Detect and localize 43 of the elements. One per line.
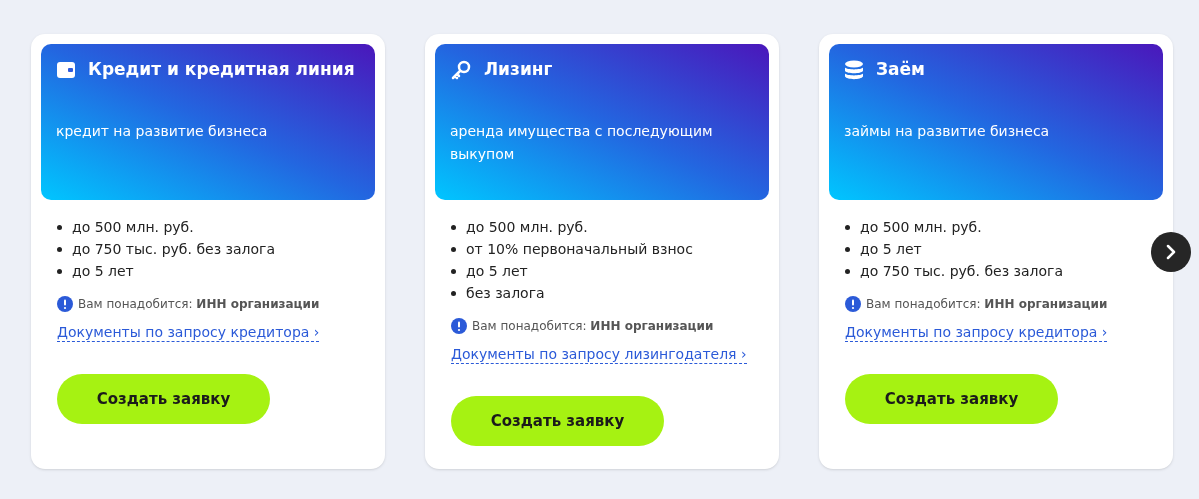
card-title: Кредит и кредитная линия xyxy=(88,58,355,82)
chevron-right-icon xyxy=(1166,244,1176,260)
create-request-button[interactable]: Создать заявку xyxy=(57,374,270,424)
requirement-note: Вам понадобится: ИНН организации xyxy=(472,318,714,335)
feature-text: до 750 тыс. руб. без залога xyxy=(72,239,275,259)
bullet-icon xyxy=(451,290,456,296)
card-description: кредит на развитие бизнеса xyxy=(56,122,269,141)
bullet-icon xyxy=(845,268,850,274)
feature-text: до 750 тыс. руб. без залога xyxy=(860,261,1063,281)
feature-text: до 500 млн. руб. xyxy=(860,217,982,237)
wallet-icon xyxy=(56,61,76,79)
bullet-icon xyxy=(57,268,62,274)
feature-text: до 5 лет xyxy=(466,261,528,281)
card-title: Заём xyxy=(876,58,925,82)
documents-link[interactable]: Документы по запросу лизингодателя › xyxy=(451,345,747,364)
feature-text: до 5 лет xyxy=(72,261,134,281)
create-request-button[interactable]: Создать заявку xyxy=(845,374,1058,424)
bullet-icon xyxy=(845,224,850,230)
bullet-icon xyxy=(451,224,456,230)
requirement-note: Вам понадобится: ИНН организации xyxy=(866,296,1108,313)
feature-text: без залога xyxy=(466,283,545,303)
feature-text: от 10% первоначальный взнос xyxy=(466,239,693,259)
feature-text: до 5 лет xyxy=(860,239,922,259)
exclamation-icon xyxy=(845,296,861,312)
bullet-icon xyxy=(845,246,850,252)
key-icon xyxy=(450,59,472,81)
create-request-button[interactable]: Создать заявку xyxy=(451,396,664,446)
exclamation-icon xyxy=(57,296,73,312)
feature-text: до 500 млн. руб. xyxy=(466,217,588,237)
bullet-icon xyxy=(57,224,62,230)
coins-icon xyxy=(844,60,864,80)
feature-text: до 500 млн. руб. xyxy=(72,217,194,237)
bullet-icon xyxy=(451,246,456,252)
next-button[interactable] xyxy=(1151,232,1191,272)
card-description: займы на развитие бизнеса xyxy=(844,122,1051,141)
exclamation-icon xyxy=(451,318,467,334)
documents-link[interactable]: Документы по запросу кредитора › xyxy=(57,323,320,342)
card-title: Лизинг xyxy=(484,58,553,82)
bullet-icon xyxy=(57,246,62,252)
documents-link[interactable]: Документы по запросу кредитора › xyxy=(845,323,1108,342)
card-description: аренда имущества с последующим выкупом xyxy=(450,122,714,164)
requirement-note: Вам понадобится: ИНН организации xyxy=(78,296,320,313)
bullet-icon xyxy=(451,268,456,274)
